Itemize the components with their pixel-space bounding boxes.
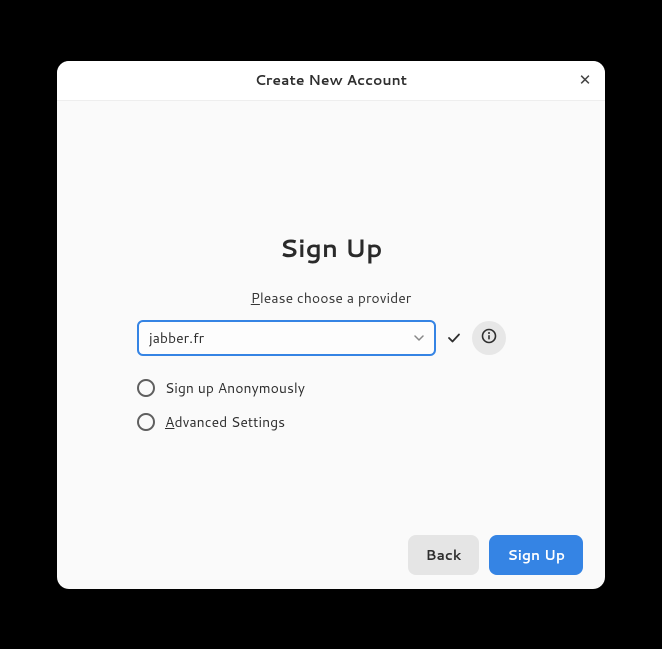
content-area: Sign Up Please choose a provider [57,101,605,521]
provider-input[interactable] [149,328,404,348]
radio-icon [137,379,155,397]
chevron-down-icon[interactable] [414,335,424,341]
dialog: Create New Account ✕ Sign Up Please choo… [57,61,605,589]
radio-group: Sign up Anonymously Advanced Settings [137,378,525,432]
close-icon: ✕ [579,73,592,88]
info-icon [481,328,497,347]
close-button[interactable]: ✕ [575,70,595,90]
radio-anonymous[interactable]: Sign up Anonymously [137,378,525,398]
dialog-title: Create New Account [255,70,407,90]
footer: Back Sign Up [57,521,605,589]
check-icon [445,329,463,347]
radio-advanced[interactable]: Advanced Settings [137,412,525,432]
mnemonic-p: P [251,288,260,308]
provider-row [137,320,525,356]
signup-button[interactable]: Sign Up [489,535,583,575]
page-heading: Sign Up [137,231,525,266]
radio-advanced-label: Advanced Settings [165,412,285,432]
radio-icon [137,413,155,431]
subheading-rest: lease choose a provider [260,288,411,308]
radio-advanced-rest: dvanced Settings [174,412,285,432]
page-subheading: Please choose a provider [137,288,525,308]
titlebar: Create New Account ✕ [57,61,605,101]
back-button[interactable]: Back [408,535,480,575]
provider-combobox[interactable] [137,320,436,356]
radio-anonymous-label: Sign up Anonymously [165,378,305,398]
info-button[interactable] [472,321,506,355]
